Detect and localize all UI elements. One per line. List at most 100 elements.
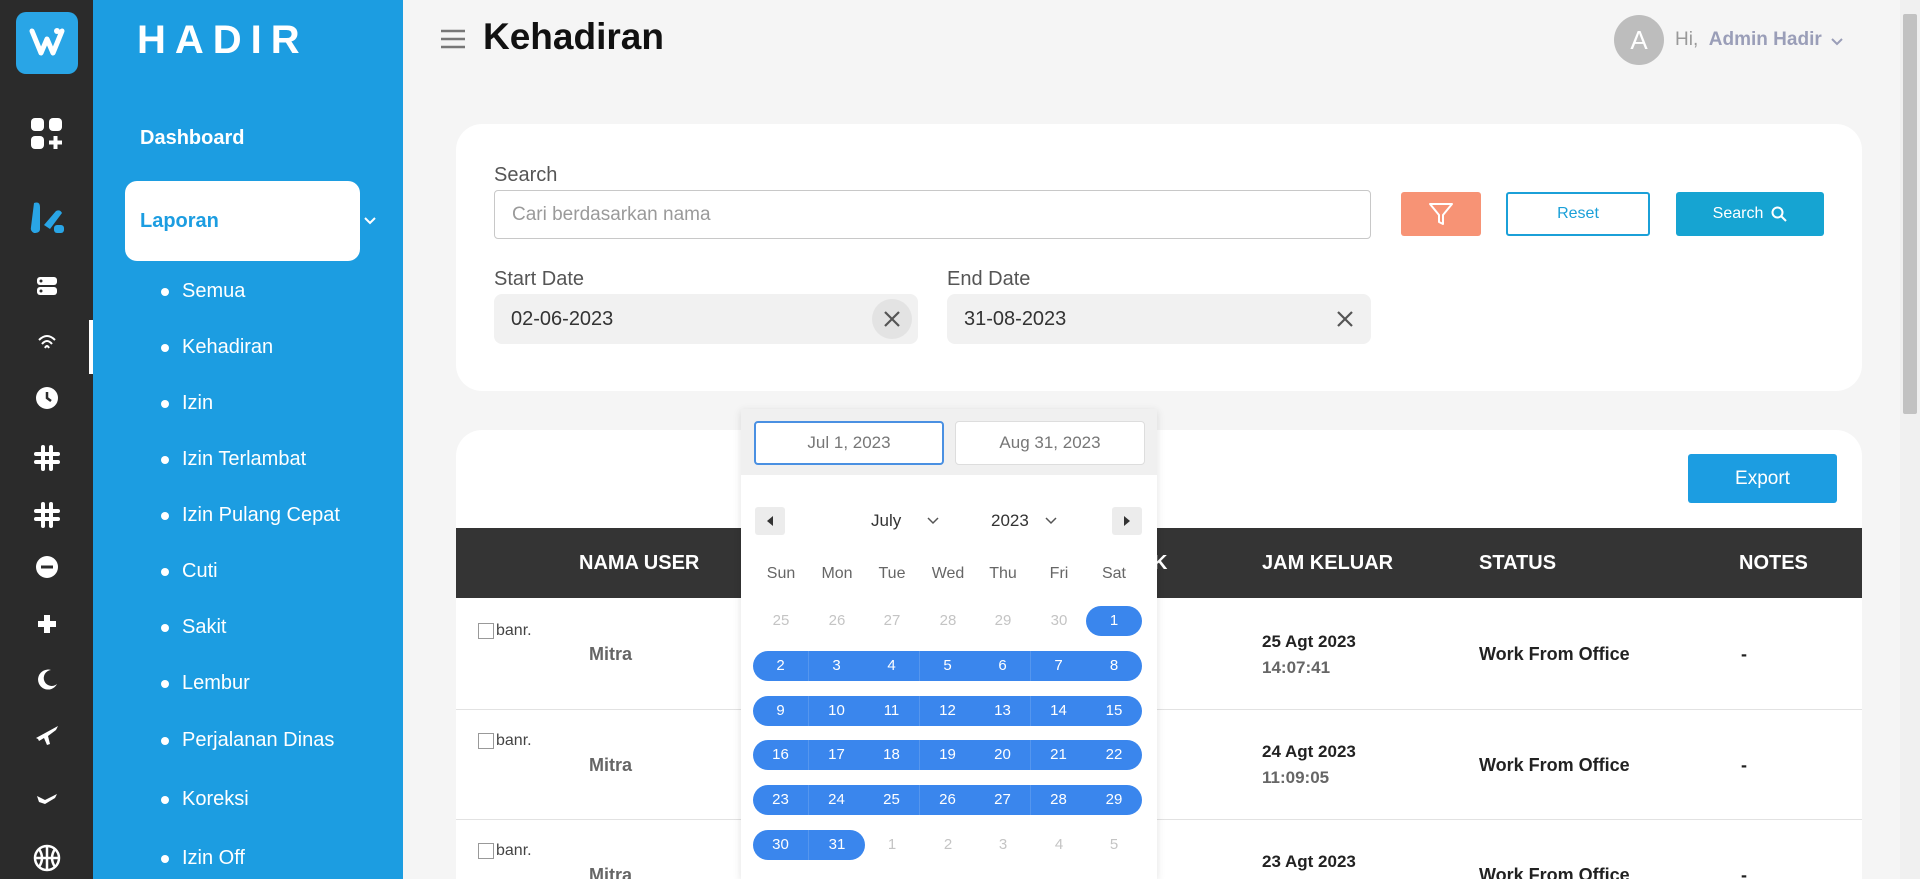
row-notes: - <box>1741 865 1747 879</box>
app-logo-icon[interactable] <box>16 12 78 74</box>
calendar-day[interactable]: 2 <box>753 651 809 681</box>
calendar-day[interactable]: 26 <box>920 785 976 815</box>
export-button[interactable]: Export <box>1688 454 1837 503</box>
sidebar-item-laporan[interactable]: Laporan <box>125 181 360 261</box>
sidebar-subitem-lembur[interactable]: Lembur <box>161 672 250 695</box>
calendar-day[interactable]: 3 <box>809 651 865 681</box>
filter-icon <box>1429 203 1453 225</box>
calendar-day[interactable]: 10 <box>809 696 865 726</box>
icon-rail <box>0 0 93 879</box>
calendar-day[interactable]: 11 <box>864 696 920 726</box>
calendar-day[interactable]: 20 <box>975 740 1031 770</box>
bullet-icon <box>161 795 169 804</box>
clear-icon[interactable] <box>872 299 912 339</box>
calendar-day[interactable]: 24 <box>809 785 865 815</box>
user-greeting[interactable]: Hi, Admin Hadir <box>1675 29 1822 51</box>
user-photo: banr. <box>478 732 532 750</box>
hamburger-icon[interactable] <box>440 28 466 55</box>
prev-month-button[interactable] <box>755 507 785 535</box>
month-select[interactable]: July <box>871 511 939 531</box>
chevron-down-icon[interactable] <box>363 212 377 230</box>
fingerprint-icon[interactable] <box>0 322 93 362</box>
calendar-day[interactable]: 9 <box>753 696 809 726</box>
clear-icon[interactable] <box>1325 299 1365 339</box>
sidebar-subitem-izin-terlambat[interactable]: Izin Terlambat <box>161 448 306 471</box>
calendar-day[interactable]: 13 <box>975 696 1031 726</box>
row-divider <box>456 819 1862 820</box>
sidebar-subitem-semua[interactable]: Semua <box>161 280 245 303</box>
plane-landing-icon[interactable] <box>0 777 93 817</box>
row-divider <box>456 709 1862 710</box>
calendar-day[interactable]: 31 <box>809 830 865 860</box>
calendar-day[interactable]: 27 <box>975 785 1031 815</box>
year-value: 2023 <box>991 511 1029 530</box>
calendar-day[interactable]: 19 <box>920 740 976 770</box>
minus-circle-icon[interactable] <box>0 547 93 587</box>
sidebar-subitem-label: Lembur <box>182 672 250 694</box>
slack-icon[interactable] <box>0 438 93 478</box>
layout-icon[interactable] <box>0 197 93 237</box>
calendar-day: 4 <box>1054 836 1064 853</box>
sidebar-subitem-cuti[interactable]: Cuti <box>161 560 218 583</box>
calendar-day: 26 <box>828 612 846 629</box>
caret-left-icon <box>767 516 773 526</box>
calendar-day[interactable]: 17 <box>809 740 865 770</box>
calendar-day[interactable]: 12 <box>920 696 976 726</box>
sidebar-subitem-sakit[interactable]: Sakit <box>161 616 226 639</box>
sidebar-subitem-perjalanan-dinas[interactable]: Perjalanan Dinas <box>161 729 334 752</box>
bullet-icon <box>161 736 169 745</box>
server-icon[interactable] <box>0 266 93 306</box>
sidebar-item-dashboard[interactable]: Dashboard <box>140 127 244 150</box>
weekday-label: Fri <box>1049 565 1069 582</box>
avatar[interactable]: A <box>1614 15 1664 65</box>
scrollbar-thumb[interactable] <box>1903 14 1917 414</box>
sidebar-subitem-kehadiran[interactable]: Kehadiran <box>161 336 273 359</box>
calendar-day[interactable]: 28 <box>1031 785 1087 815</box>
end-date-field[interactable]: 31-08-2023 <box>947 294 1371 344</box>
search-input[interactable] <box>494 190 1371 239</box>
picker-end-input[interactable]: Aug 31, 2023 <box>955 421 1145 465</box>
month-value: July <box>871 511 902 530</box>
calendar-day[interactable]: 21 <box>1031 740 1087 770</box>
calendar-day[interactable]: 23 <box>753 785 809 815</box>
chevron-down-icon[interactable] <box>1830 34 1844 52</box>
picker-start-input[interactable]: Jul 1, 2023 <box>754 421 944 465</box>
next-month-button[interactable] <box>1112 507 1142 535</box>
sidebar-subitem-izin-pulang-cepat[interactable]: Izin Pulang Cepat <box>161 504 340 527</box>
filter-card <box>456 124 1862 391</box>
calendar-day[interactable]: 15 <box>1086 696 1142 726</box>
calendar-day[interactable]: 22 <box>1086 740 1142 770</box>
calendar-day[interactable]: 7 <box>1031 651 1087 681</box>
calendar-day: 3 <box>998 836 1008 853</box>
sidebar-subitem-izin-off[interactable]: Izin Off <box>161 847 245 870</box>
caret-right-icon <box>1124 516 1130 526</box>
calendar-day[interactable]: 5 <box>920 651 976 681</box>
reset-button[interactable]: Reset <box>1506 192 1650 236</box>
calendar-day[interactable]: 30 <box>753 830 809 860</box>
start-date-field[interactable]: 02-06-2023 <box>494 294 918 344</box>
bullet-icon <box>161 623 169 632</box>
calendar-day[interactable]: 14 <box>1031 696 1087 726</box>
calendar-day[interactable]: 8 <box>1086 651 1142 681</box>
calendar-day[interactable]: 16 <box>753 740 809 770</box>
sidebar-subitem-izin[interactable]: Izin <box>161 392 213 415</box>
calendar-day[interactable]: 29 <box>1086 785 1142 815</box>
calendar-day[interactable]: 25 <box>864 785 920 815</box>
grid-plus-icon[interactable] <box>0 114 93 154</box>
clock-icon[interactable] <box>0 378 93 418</box>
column-header-jam-keluar: JAM KELUAR <box>1262 552 1394 574</box>
calendar-day[interactable]: 18 <box>864 740 920 770</box>
column-header-notes: NOTES <box>1739 552 1808 574</box>
filter-button[interactable] <box>1401 192 1481 236</box>
calendar-day[interactable]: 4 <box>864 651 920 681</box>
basketball-icon[interactable] <box>0 838 93 878</box>
sidebar-subitem-koreksi[interactable]: Koreksi <box>161 788 249 811</box>
slack-alt-icon[interactable] <box>0 495 93 535</box>
search-button[interactable]: Search <box>1676 192 1824 236</box>
calendar-day[interactable]: 6 <box>975 651 1031 681</box>
plus-icon[interactable] <box>0 604 93 644</box>
moon-icon[interactable] <box>0 660 93 700</box>
year-select[interactable]: 2023 <box>991 511 1057 531</box>
calendar-day[interactable]: 1 <box>1086 606 1142 636</box>
plane-icon[interactable] <box>0 715 93 755</box>
